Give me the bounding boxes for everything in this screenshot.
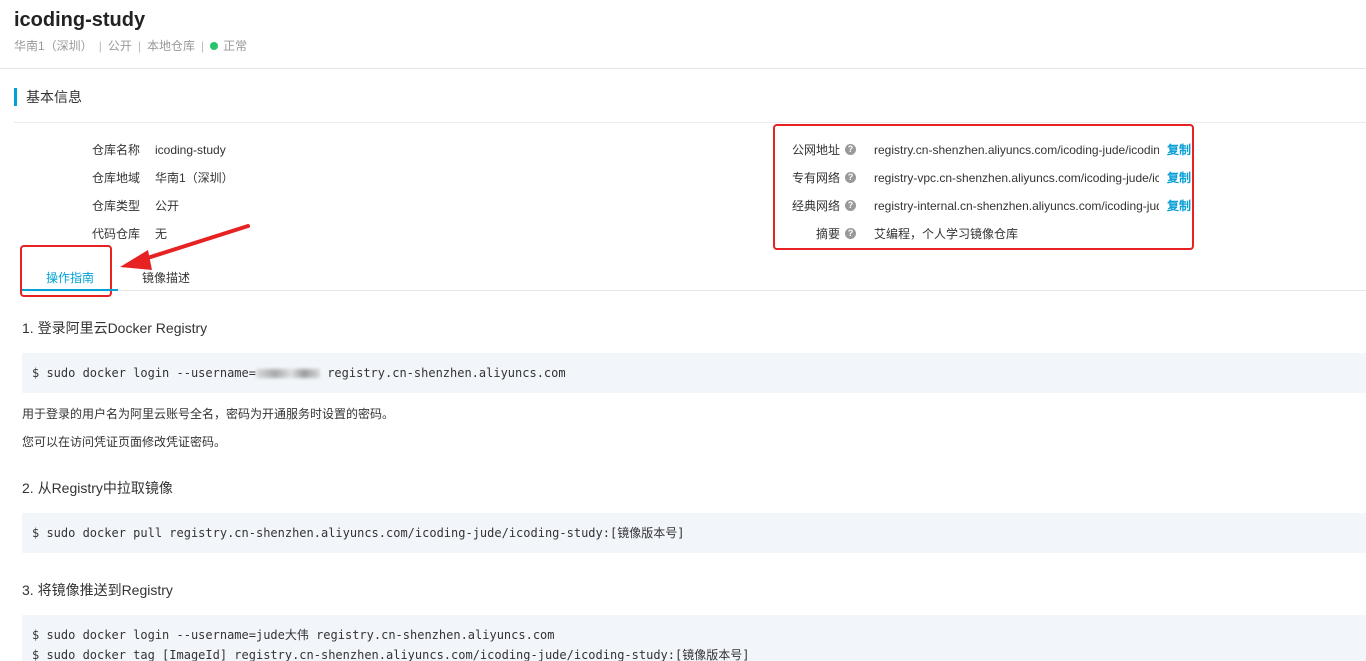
page-title: icoding-study [14, 9, 146, 31]
repo-source: 本地仓库 [146, 39, 195, 53]
info-value: 华南1（深圳） [155, 171, 234, 185]
section-title: 基本信息 [14, 88, 82, 106]
tab-bar: 操作指南 镜像描述 [22, 262, 1366, 291]
code-line: $ sudo docker login --username=jude大伟 re… [32, 628, 555, 642]
repo-meta: 华南1（深圳） | 公开 | 本地仓库 | 正常 [14, 37, 247, 54]
status-dot-icon [210, 41, 219, 50]
info-label: 仓库名称 [91, 143, 140, 157]
repo-region: 华南1（深圳） [14, 39, 93, 53]
code-block-push[interactable]: $ sudo docker login --username=jude大伟 re… [22, 615, 1366, 661]
code-line: $ sudo docker login --username= registry… [32, 363, 1366, 383]
section-divider [14, 122, 1366, 123]
meta-separator: | [98, 38, 102, 53]
meta-separator: | [200, 38, 205, 53]
tab-operation-guide[interactable]: 操作指南 [22, 270, 118, 291]
code-block-login[interactable]: $ sudo docker login --username= registry… [22, 353, 1366, 393]
code-line: $ sudo docker tag [ImageId] registry.cn-… [32, 648, 750, 661]
code-line: $ sudo docker pull registry.cn-shenzhen.… [32, 526, 685, 540]
info-value: 公开 [155, 199, 180, 213]
info-label: 仓库类型 [91, 199, 140, 213]
highlight-box-addresses [773, 124, 1194, 250]
tab-image-description[interactable]: 镜像描述 [142, 270, 190, 291]
code-block-pull[interactable]: $ sudo docker pull registry.cn-shenzhen.… [22, 513, 1366, 553]
info-label: 仓库地域 [91, 171, 140, 185]
blurred-username [255, 369, 320, 378]
code-text: $ sudo docker login --username= [32, 366, 256, 380]
login-note-1: 用于登录的用户名为阿里云账号全名，密码为开通服务时设置的密码。 [22, 407, 395, 421]
status-badge: 正常 [223, 39, 248, 53]
code-text: registry.cn-shenzhen.aliyuncs.com [319, 366, 566, 380]
info-value: icoding-study [155, 143, 226, 157]
login-note-2: 您可以在访问凭证页面修改凭证密码。 [22, 435, 227, 449]
step-2-title: 2. 从Registry中拉取镜像 [22, 480, 173, 496]
page-header: icoding-study 华南1（深圳） | 公开 | 本地仓库 | 正常 [0, 0, 1366, 69]
step-1-title: 1. 登录阿里云Docker Registry [22, 320, 208, 336]
repo-visibility: 公开 [107, 39, 132, 53]
meta-separator: | [137, 38, 141, 53]
step-3-title: 3. 将镜像推送到Registry [22, 582, 173, 598]
